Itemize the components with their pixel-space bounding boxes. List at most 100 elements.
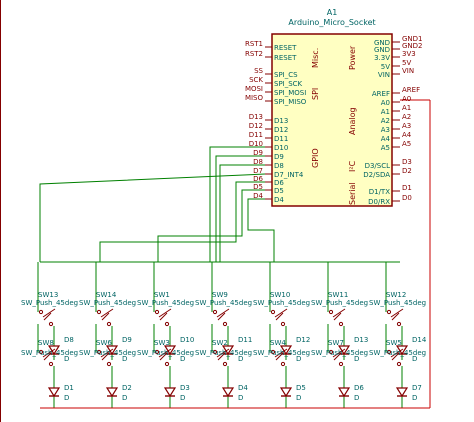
section-label-gpio: GPIO: [311, 148, 320, 168]
switch-value-bottom: SW_Push_45deg: [253, 349, 310, 357]
switch-ref-bottom: SW6: [96, 339, 112, 347]
pin-name-right: GND: [374, 46, 390, 54]
net-label-left: D13: [249, 113, 263, 121]
switch-ref-bottom: SW3: [154, 339, 170, 347]
net-label-left: D10: [249, 140, 263, 148]
section-label-analog: Analog: [348, 107, 357, 135]
switch-top: [270, 308, 288, 327]
switch-ref-top: SW14: [96, 291, 117, 299]
net-label-right: A2: [402, 113, 411, 121]
switch-value-top: SW_Push_45deg: [21, 299, 78, 307]
switch-ref-top: SW1: [154, 291, 170, 299]
diode-ref-bottom: D1: [64, 384, 74, 392]
pin-name-left: D12: [274, 126, 288, 134]
pin-name-left: RESET: [274, 44, 297, 52]
switch-ref-top: SW12: [386, 291, 406, 299]
net-label-left: SCK: [249, 76, 263, 84]
pin-name-right: AREF: [372, 90, 390, 98]
pin-name-left: D8: [274, 162, 284, 170]
diode-value-bottom: D: [354, 394, 359, 402]
section-label-misc: Misc.: [311, 48, 320, 68]
switch-value-bottom: SW_Push_45deg: [137, 349, 194, 357]
diode-value-top: D: [296, 355, 301, 363]
diode-value-top: D: [354, 355, 359, 363]
net-label-right: D3: [402, 158, 412, 166]
pin-name-left: D10: [274, 144, 288, 152]
pin-name-left: D11: [274, 135, 288, 143]
pin-name-right: D3/SCL: [365, 162, 391, 170]
diode-ref-top: D14: [412, 336, 427, 344]
section-label-serial: Serial: [348, 182, 357, 205]
diode-bottom: [47, 387, 61, 398]
pin-name-right: A2: [381, 117, 390, 125]
diode-value-top: D: [180, 355, 185, 363]
diode-ref-bottom: D7: [412, 384, 422, 392]
diode-ref-bottom: D3: [180, 384, 190, 392]
pin-name-left: SPI_CS: [274, 71, 298, 79]
net-label-left: D5: [253, 183, 263, 191]
pin-name-left: D9: [274, 153, 284, 161]
switch-ref-bottom: SW8: [38, 339, 54, 347]
diode-ref-bottom: D4: [238, 384, 248, 392]
section-label-spi: SPI: [311, 88, 320, 100]
switch-value-top: SW_Push_45deg: [79, 299, 136, 307]
net-label-right: A3: [402, 122, 411, 130]
diode-ref-bottom: D6: [354, 384, 364, 392]
net-label-right: D2: [402, 167, 412, 175]
pin-name-right: 5V: [381, 63, 390, 71]
pin-name-left: D6: [274, 179, 284, 187]
net-label-left: MISO: [245, 94, 264, 102]
net-label-right: VIN: [402, 67, 414, 75]
switch-ref-bottom: SW7: [328, 339, 344, 347]
switch-value-top: SW_Push_45deg: [195, 299, 252, 307]
pin-name-right: A3: [381, 126, 390, 134]
diode-ref-top: D9: [122, 336, 132, 344]
diode-value-bottom: D: [122, 394, 127, 402]
module-reference: A1: [327, 8, 338, 17]
switch-ref-bottom: SW4: [270, 339, 286, 347]
switch-ref-bottom: SW2: [212, 339, 228, 347]
diode-value-bottom: D: [238, 394, 243, 402]
switch-value-top: SW_Push_45deg: [137, 299, 194, 307]
diode-ref-top: D13: [354, 336, 368, 344]
diode-bottom: [395, 387, 409, 398]
gpio-wire: [247, 198, 275, 262]
pin-name-left: D4: [274, 196, 284, 204]
pin-name-left: D7_INT4: [274, 171, 304, 179]
gpio-wire: [157, 189, 265, 262]
pin-name-left: SPI_MISO: [274, 98, 307, 106]
net-label-right: A5: [402, 140, 411, 148]
switch-value-top: SW_Push_45deg: [253, 299, 310, 307]
switch-top: [328, 308, 346, 327]
diode-ref-bottom: D5: [296, 384, 306, 392]
diode-value-top: D: [412, 355, 417, 363]
net-label-left: D4: [253, 192, 263, 200]
diode-value-top: D: [64, 355, 69, 363]
net-label-right: 3V3: [402, 50, 416, 58]
net-label-right: D1: [402, 184, 412, 192]
switch-top: [386, 308, 404, 327]
switch-top: [212, 308, 230, 327]
net-label-right: A4: [402, 131, 412, 139]
switch-top: [154, 308, 172, 327]
diode-ref-top: D11: [238, 336, 252, 344]
switch-ref-top: SW13: [38, 291, 58, 299]
diode-ref-top: D8: [64, 336, 74, 344]
diode-ref-bottom: D2: [122, 384, 132, 392]
net-label-left: D6: [253, 175, 263, 183]
gpio-wire: [39, 173, 266, 262]
pin-name-left: RESET: [274, 54, 297, 62]
net-label-left: SS: [254, 67, 263, 75]
switch-value-bottom: SW_Push_45deg: [79, 349, 136, 357]
pin-name-left: SPI_SCK: [274, 80, 303, 88]
switch-ref-top: SW11: [328, 291, 348, 299]
gpio-wire: [99, 181, 265, 262]
section-label-power: Power: [348, 45, 357, 70]
diode-bottom: [163, 387, 177, 398]
net-label-right: D0: [402, 194, 412, 202]
net-label-right: 5V: [402, 59, 411, 67]
key-matrix: SW13SW_Push_45degSW8SW_Push_45degD8DD1DS…: [21, 291, 427, 402]
diode-value-bottom: D: [64, 394, 69, 402]
switch-ref-top: SW9: [212, 291, 228, 299]
diode-ref-top: D10: [180, 336, 194, 344]
